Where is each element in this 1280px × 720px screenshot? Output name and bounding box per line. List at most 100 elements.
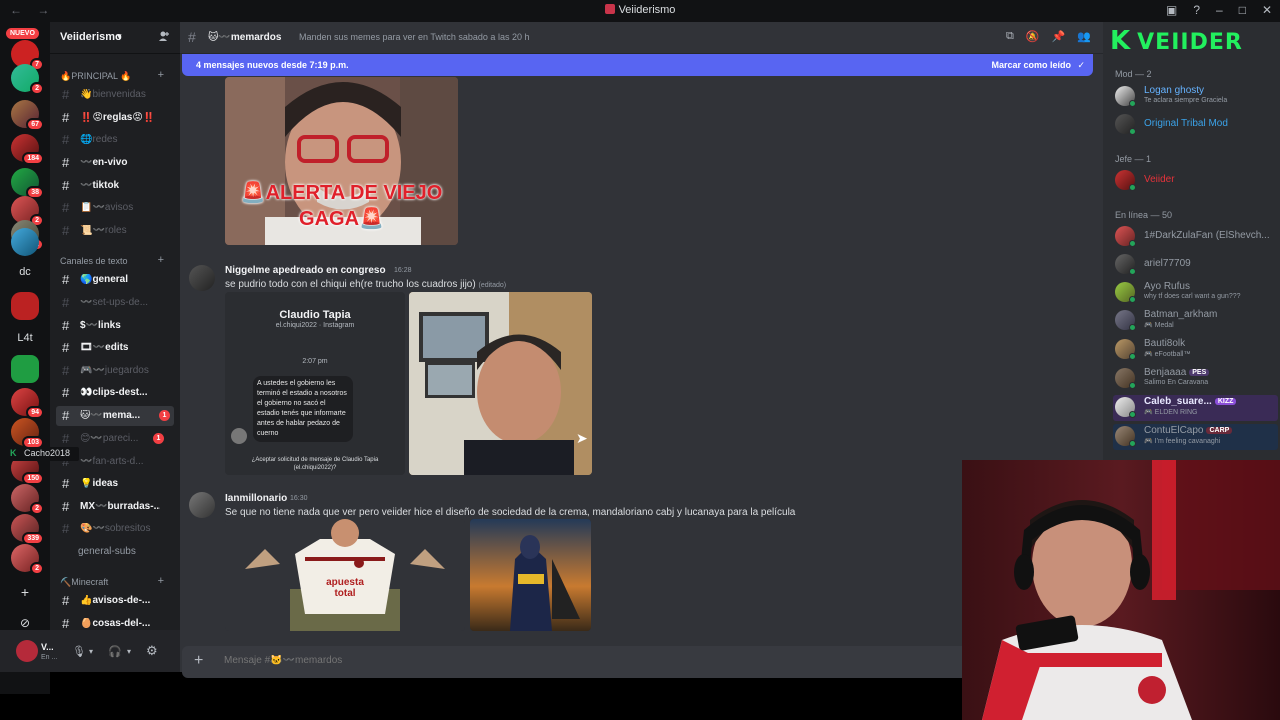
online-status-icon bbox=[1129, 411, 1136, 418]
hash-icon: # bbox=[62, 87, 70, 102]
server-l4t[interactable]: L4t bbox=[11, 332, 39, 344]
server-icon[interactable]: 2 bbox=[11, 544, 44, 575]
member-item[interactable]: Caleb_suare... KIZZ 🎮 ELDEN RING bbox=[1113, 395, 1278, 421]
new-pill[interactable]: NUEVO bbox=[6, 28, 39, 39]
channel-item[interactable]: # MX〰️burradas-... bbox=[50, 497, 180, 517]
channel-item[interactable]: # 👋bienvenidas bbox=[50, 85, 180, 105]
avatar[interactable] bbox=[189, 492, 215, 518]
channel-item[interactable]: # 📋〰️avisos bbox=[50, 198, 180, 218]
channel-item[interactable]: # 〰️tiktok bbox=[50, 176, 180, 196]
channel-item[interactable]: # 💡ideas bbox=[50, 474, 180, 494]
message-input[interactable] bbox=[224, 655, 824, 666]
channel-item[interactable]: # 📜〰️roles bbox=[50, 221, 180, 241]
mandalorian-image[interactable] bbox=[470, 519, 591, 631]
online-status-icon bbox=[1129, 324, 1136, 331]
add-channel-icon[interactable]: + bbox=[158, 69, 164, 81]
member-item[interactable]: Veiider bbox=[1113, 168, 1278, 194]
attach-plus-icon[interactable]: + bbox=[194, 652, 203, 670]
server-icon[interactable]: 94 bbox=[11, 388, 44, 419]
header-toolbar: ⧉ 🔕 📌 👥 bbox=[1006, 30, 1091, 43]
add-server-icon[interactable]: + bbox=[11, 584, 39, 600]
member-item[interactable]: 1#DarkZulaFan (ElShevch... bbox=[1113, 224, 1278, 250]
server-icon[interactable] bbox=[11, 292, 39, 320]
channel-item[interactable]: # 🌎general bbox=[50, 270, 180, 290]
maximize-icon[interactable]: □ bbox=[1239, 3, 1246, 17]
channel-item[interactable]: # $〰️links bbox=[50, 316, 180, 336]
category-principal[interactable]: 🔥PRINCIPAL 🔥 bbox=[60, 71, 131, 82]
new-messages-bar[interactable]: 4 mensajes nuevos desde 7:19 p.m. Marcar… bbox=[182, 54, 1093, 76]
members-icon[interactable]: 👥 bbox=[1077, 30, 1091, 43]
edited-label: (editado) bbox=[478, 282, 507, 289]
member-item[interactable]: Ayo Rufus why tf does carl want a gun??? bbox=[1113, 280, 1278, 306]
k-logo-icon: K bbox=[1110, 26, 1132, 56]
minimize-icon[interactable]: – bbox=[1216, 3, 1223, 17]
add-channel-icon[interactable]: + bbox=[158, 254, 164, 266]
channel-item[interactable]: general-subs bbox=[50, 542, 180, 562]
inbox-icon[interactable]: ▣ bbox=[1166, 3, 1177, 17]
jersey-image[interactable]: apuesta total bbox=[225, 519, 465, 631]
server-icon[interactable] bbox=[11, 228, 39, 256]
server-icon[interactable]: 67 bbox=[11, 100, 44, 131]
mark-read-button[interactable]: Marcar como leído bbox=[991, 60, 1071, 70]
category-minecraft[interactable]: ⛏️Minecraft bbox=[60, 577, 108, 588]
member-item[interactable]: Bauti8olk 🎮 eFootball™ bbox=[1113, 337, 1278, 363]
channel-item[interactable]: # 〰️set-ups-de... bbox=[50, 293, 180, 313]
gear-icon[interactable]: ⚙ bbox=[146, 643, 158, 659]
discover-icon[interactable]: ⊘ bbox=[11, 616, 39, 630]
headset-icon[interactable]: 🎧 bbox=[108, 645, 122, 658]
photo-image[interactable] bbox=[409, 292, 592, 475]
server-icon[interactable]: 38 bbox=[11, 168, 44, 199]
server-icon[interactable]: 339 bbox=[11, 514, 44, 545]
member-item[interactable]: ariel77709 bbox=[1113, 252, 1278, 278]
hash-icon: # bbox=[62, 476, 70, 491]
online-status-icon bbox=[1129, 268, 1136, 275]
channel-item[interactable]: # 🎨〰️sobresitos bbox=[50, 519, 180, 539]
server-icon[interactable]: 184 bbox=[11, 134, 44, 165]
server-icon[interactable] bbox=[11, 355, 39, 383]
channel-item[interactable]: # 👀clips-dest... bbox=[50, 383, 180, 403]
channel-title: 🐱〰️memardos bbox=[208, 32, 282, 43]
message-author[interactable]: Niggelme apedreado en congreso bbox=[225, 265, 386, 276]
member-item[interactable]: Batman_arkham 🎮 Medal bbox=[1113, 308, 1278, 334]
avatar[interactable] bbox=[189, 265, 215, 291]
avatar[interactable] bbox=[16, 640, 38, 662]
meme-image[interactable]: 🚨ALERTA DE VIEJO GAGA🚨 bbox=[225, 77, 458, 245]
help-icon[interactable]: ? bbox=[1193, 3, 1200, 17]
guild-header[interactable]: Veiiderismo ▾ bbox=[50, 22, 180, 54]
member-item[interactable]: Benjaaaa PES Salimo En Caravana bbox=[1113, 366, 1278, 392]
server-icon[interactable]: 2 bbox=[11, 484, 44, 515]
channel-item[interactable]: # 🌐redes bbox=[50, 130, 180, 150]
chevron-down-icon[interactable]: ▾ bbox=[89, 647, 93, 656]
server-icon[interactable]: 2 bbox=[11, 64, 44, 95]
add-channel-icon[interactable]: + bbox=[158, 575, 164, 587]
hash-icon: # bbox=[62, 408, 70, 423]
notifications-icon[interactable]: 🔕 bbox=[1026, 30, 1040, 43]
channel-topic[interactable]: Manden sus memes para ver en Twitch saba… bbox=[299, 32, 529, 42]
message-author[interactable]: Ianmillonario bbox=[225, 493, 287, 504]
chevron-down-icon[interactable]: ▾ bbox=[127, 647, 131, 656]
online-status-icon bbox=[1129, 184, 1136, 191]
channel-item[interactable]: # 〰️en-vivo bbox=[50, 153, 180, 173]
member-item[interactable]: ContuElCapo CARP 🎮 I'm feeling cavanaghi bbox=[1113, 424, 1278, 450]
channel-item[interactable]: # 🎮〰️juegardos bbox=[50, 361, 180, 381]
hash-icon: # bbox=[62, 110, 70, 125]
channel-item-active[interactable]: # 🐱〰️mema... 1 bbox=[56, 406, 174, 426]
pin-icon[interactable]: 📌 bbox=[1052, 30, 1066, 43]
close-icon[interactable]: ✕ bbox=[1262, 3, 1272, 17]
member-item[interactable]: Logan ghosty Te aclara siempre Graciela bbox=[1113, 84, 1278, 110]
channel-item[interactable]: # 😊〰️pareci... 1 bbox=[50, 429, 180, 449]
microphone-icon[interactable]: 🎙 bbox=[72, 645, 86, 658]
member-group-online: En línea — 50 bbox=[1115, 210, 1173, 220]
channel-item[interactable]: # 🎞〰️edits bbox=[50, 338, 180, 358]
instagram-screenshot[interactable]: Claudio Tapia el.chiqui2022 · Instagram … bbox=[225, 292, 405, 475]
channel-item[interactable]: # 👍avisos-de-... bbox=[50, 591, 180, 611]
category-texto[interactable]: Canales de texto bbox=[60, 256, 128, 266]
server-dc[interactable]: dc bbox=[11, 266, 39, 278]
invite-icon[interactable] bbox=[158, 30, 170, 42]
channel-item[interactable]: # ‼️😡reglas😡‼️ bbox=[50, 108, 180, 128]
window-controls: ▣ ? – □ ✕ bbox=[1166, 3, 1272, 17]
threads-icon[interactable]: ⧉ bbox=[1006, 30, 1014, 43]
ig-name: Claudio Tapia bbox=[279, 309, 351, 321]
server-icon[interactable]: 103 bbox=[11, 418, 44, 449]
member-item[interactable]: Original Tribal Mod bbox=[1113, 112, 1278, 138]
